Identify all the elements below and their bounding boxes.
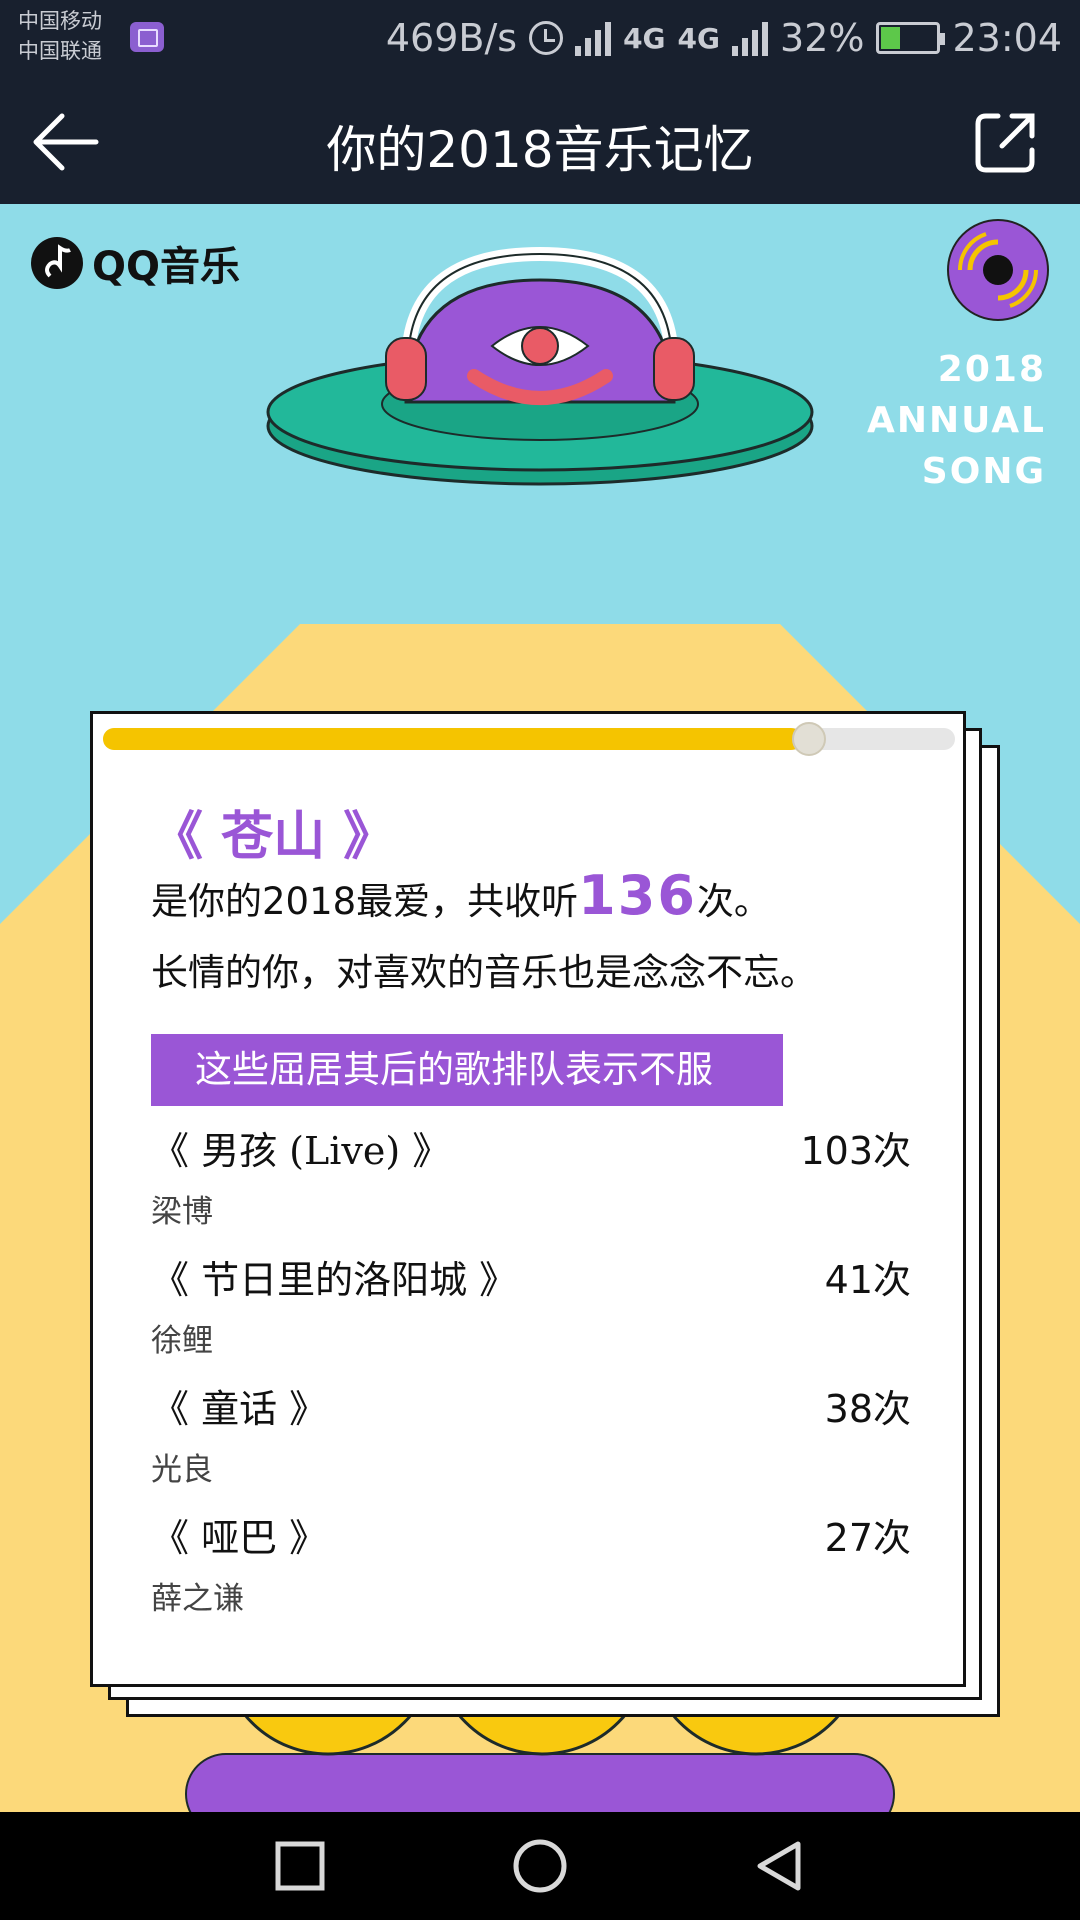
list-item: 《 男孩 (Live) 》 103次 梁博: [151, 1114, 911, 1243]
back-nav-button[interactable]: [750, 1836, 810, 1896]
signal-4g-icon: [732, 20, 769, 56]
title-bar: 你的2018音乐记忆: [0, 76, 1080, 204]
clock: 23:04: [952, 16, 1062, 60]
play-count: 41次: [824, 1258, 911, 1302]
annual-song-tag: 2018 ANNUAL SONG: [867, 344, 1046, 497]
top-song-comment: 长情的你，对喜欢的音乐也是念念不忘。: [151, 951, 817, 994]
gallery-notification-icon: [130, 22, 164, 52]
carrier-2: 中国联通: [18, 39, 102, 63]
battery-icon: [876, 22, 946, 54]
net-speed: 469B/s: [385, 16, 518, 60]
story-progress-fill: [103, 728, 802, 750]
alarm-icon: [529, 21, 564, 55]
top-song-title: 《 苍山 》: [151, 807, 396, 867]
tag-line-song: SONG: [921, 451, 1046, 492]
list-item: 《 节日里的洛阳城 》 41次 徐鲤: [151, 1243, 911, 1372]
carrier-1: 中国移动: [18, 9, 102, 33]
brand-name: QQ音乐: [92, 244, 241, 290]
artist-name: 梁博: [151, 1194, 213, 1230]
artist-name: 徐鲤: [151, 1323, 213, 1359]
home-button[interactable]: [510, 1836, 570, 1896]
song-title: 《 男孩 (Live) 》: [151, 1129, 451, 1173]
song-title: 《 节日里的洛阳城 》: [151, 1258, 518, 1302]
summary-prefix: 是你的2018最爱，共收听: [151, 880, 579, 923]
vinyl-disc-icon: [947, 219, 1049, 321]
play-count: 27次: [824, 1516, 911, 1560]
status-indicators: 469B/s 4G 4G 32% 23:04: [386, 10, 1062, 66]
status-bar: 中国移动 中国联通 469B/s 4G 4G 32% 23:04: [0, 0, 1080, 76]
circle-icon: [513, 1839, 567, 1893]
list-item: 《 童话 》 38次 光良: [151, 1372, 911, 1501]
runner-up-list: 《 男孩 (Live) 》 103次 梁博 《 节日里的洛阳城 》 41次 徐鲤…: [151, 1114, 911, 1630]
top-song-card: 《 苍山 》 是你的2018最爱，共收听136次。 长情的你，对喜欢的音乐也是念…: [90, 711, 966, 1687]
play-count: 103次: [800, 1129, 911, 1173]
recent-apps-button[interactable]: [270, 1836, 330, 1896]
artist-name: 薛之谦: [151, 1581, 244, 1617]
triangle-back-icon: [757, 1841, 801, 1891]
qq-music-note-icon: [31, 237, 83, 289]
system-nav-bar: [0, 1812, 1080, 1920]
artist-name: 光良: [151, 1452, 213, 1488]
network-gen-1: 4G: [623, 21, 666, 55]
signal-2g-icon: [575, 20, 612, 56]
story-progress-track: [103, 722, 955, 756]
play-count: 136: [578, 864, 697, 927]
ufo-mascot-illustration: [266, 246, 814, 486]
list-item: 《 哑巴 》 27次 薛之谦: [151, 1501, 911, 1630]
song-title: 《 哑巴 》: [151, 1516, 328, 1560]
tag-line-year: 2018: [937, 349, 1046, 390]
qq-music-logo: QQ音乐: [30, 234, 240, 292]
tag-line-annual: ANNUAL: [866, 400, 1046, 441]
page-title: 你的2018音乐记忆: [326, 121, 754, 179]
top-song-summary: 是你的2018最爱，共收听136次。: [151, 864, 771, 927]
battery-percent: 32%: [780, 16, 865, 60]
summary-suffix: 次。: [696, 880, 771, 923]
story-progress-knob: [791, 722, 826, 756]
annual-report-scene[interactable]: QQ音乐 2018 ANNUAL SONG 《 苍山 》 是你的2018最爱，共…: [0, 204, 1080, 1812]
share-external-icon: [975, 113, 1035, 173]
play-count: 38次: [824, 1387, 911, 1431]
song-title: 《 童话 》: [151, 1387, 328, 1431]
network-gen-2: 4G: [677, 21, 721, 55]
carrier-info: 中国移动 中国联通: [18, 6, 102, 66]
runner-up-banner: 这些屈居其后的歌排队表示不服: [151, 1034, 783, 1106]
square-icon: [275, 1841, 325, 1891]
battery-fill: [881, 27, 901, 49]
share-button[interactable]: [968, 104, 1044, 180]
